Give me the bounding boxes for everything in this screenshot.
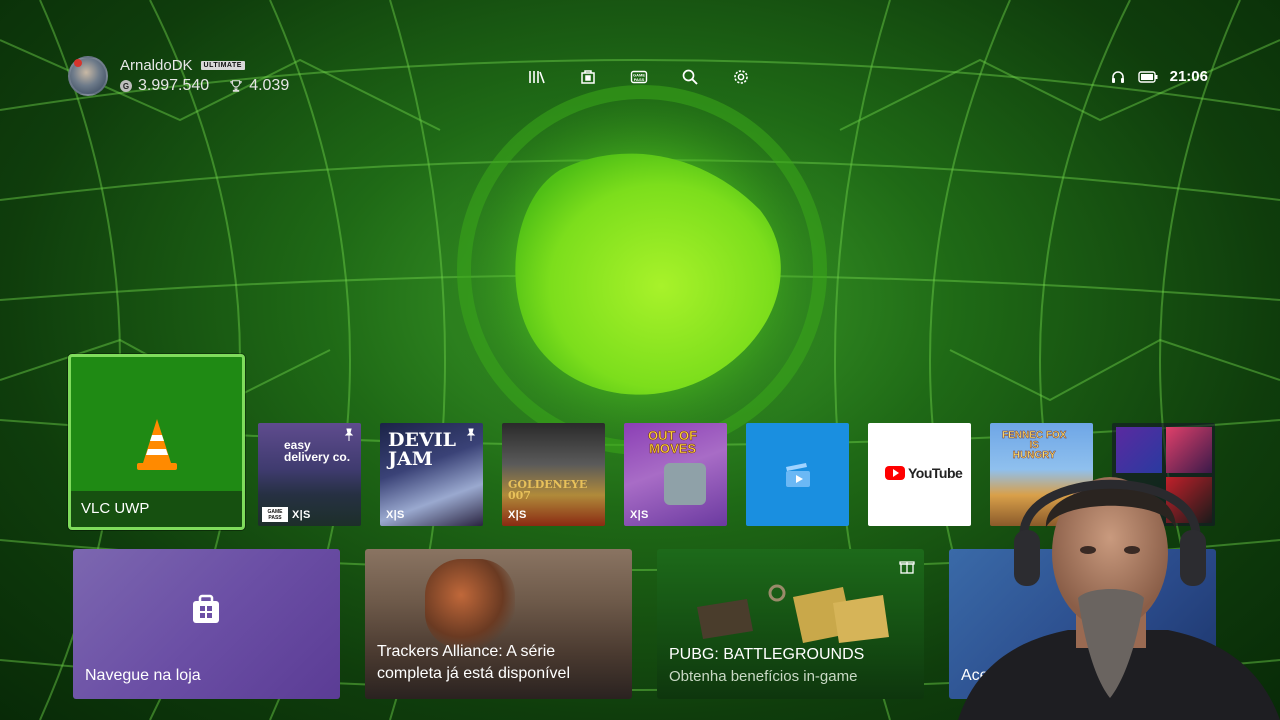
tile-devil-jam[interactable]: DEVIL JAM X|S: [380, 423, 483, 526]
youtube-play-icon: [885, 466, 905, 480]
achievements-value: 4.039: [249, 77, 290, 94]
vlc-cone-icon: [137, 419, 177, 470]
ultimate-badge: ULTIMATE: [200, 61, 245, 70]
out-of-moves-character: [664, 463, 706, 505]
library-icon[interactable]: [520, 62, 554, 92]
card-trackers-alliance[interactable]: Trackers Alliance: A série completa já e…: [365, 549, 632, 699]
movies-tv-icon: [786, 463, 810, 487]
xs-tag: X|S: [292, 509, 311, 521]
pin-icon: [466, 428, 476, 441]
xs-tag: X|S: [630, 509, 649, 521]
profile-text: ArnaldoDK ULTIMATE G 3.997.540 4.039: [120, 57, 289, 95]
youtube-logo-text: YouTube: [908, 465, 963, 481]
gamerscore-icon: G: [120, 80, 132, 92]
search-icon[interactable]: [673, 62, 707, 92]
webcam-overlay: [958, 477, 1280, 720]
status-area: 21:06: [1110, 68, 1208, 85]
pin-icon: [344, 428, 354, 441]
card-browse-store[interactable]: Navegue na loja: [73, 549, 340, 699]
tile-easy-delivery-co[interactable]: easy delivery co. GAME PASS X|S: [258, 423, 361, 526]
trophy-icon: [230, 80, 242, 92]
devil-jam-title: DEVIL JAM: [388, 429, 456, 470]
tile-vlc-label: VLC UWP: [71, 491, 242, 527]
pubg-card-subtitle: Obtenha benefícios in-game: [669, 668, 858, 685]
battery-icon: [1137, 70, 1158, 83]
easy-delivery-title: easy delivery co.: [284, 438, 351, 464]
store-icon[interactable]: [571, 62, 605, 92]
youtube-logo: YouTube: [885, 465, 963, 481]
headset-icon: [1111, 70, 1124, 83]
tile-goldeneye-007[interactable]: GOLDENEYE 007 X|S: [502, 423, 605, 526]
card-pubg[interactable]: PUBG: BATTLEGROUNDS Obtenha benefícios i…: [657, 549, 924, 699]
gamertag: ArnaldoDK: [120, 57, 193, 74]
fennec-title: FENNEC FOX IS HUNGRY: [1002, 430, 1067, 461]
store-card-label: Navegue na loja: [85, 667, 201, 684]
tile-out-of-moves[interactable]: OUT OF MOVES X|S: [624, 423, 727, 526]
game-pass-tag: GAME PASS: [262, 507, 288, 522]
pubg-items-art: [697, 584, 889, 643]
out-of-moves-title: OUT OF MOVES: [648, 428, 698, 456]
svg-text:PASS: PASS: [634, 77, 645, 82]
game-pass-icon[interactable]: GAME PASS: [622, 62, 656, 92]
pubg-card-label: PUBG: BATTLEGROUNDS: [669, 646, 865, 663]
tile-movies-tv[interactable]: [746, 423, 849, 526]
trackers-card-label: Trackers Alliance: A série completa já e…: [377, 643, 570, 682]
profile-area[interactable]: ArnaldoDK ULTIMATE G 3.997.540 4.039: [68, 56, 289, 96]
trackers-robot-art: [425, 559, 515, 649]
gamerscore-value: 3.997.540: [138, 77, 210, 94]
avatar[interactable]: [68, 56, 108, 96]
gift-icon: [899, 561, 915, 574]
tile-vlc-uwp[interactable]: VLC UWP: [68, 354, 245, 530]
tile-youtube[interactable]: YouTube: [868, 423, 971, 526]
xs-tag: X|S: [386, 509, 405, 521]
settings-icon[interactable]: [724, 62, 758, 92]
store-bag-icon: [193, 594, 219, 623]
top-nav: GAME PASS: [520, 62, 758, 92]
xs-tag: X|S: [508, 509, 527, 521]
clock: 21:06: [1169, 68, 1208, 85]
goldeneye-title: GOLDENEYE 007: [508, 478, 588, 502]
